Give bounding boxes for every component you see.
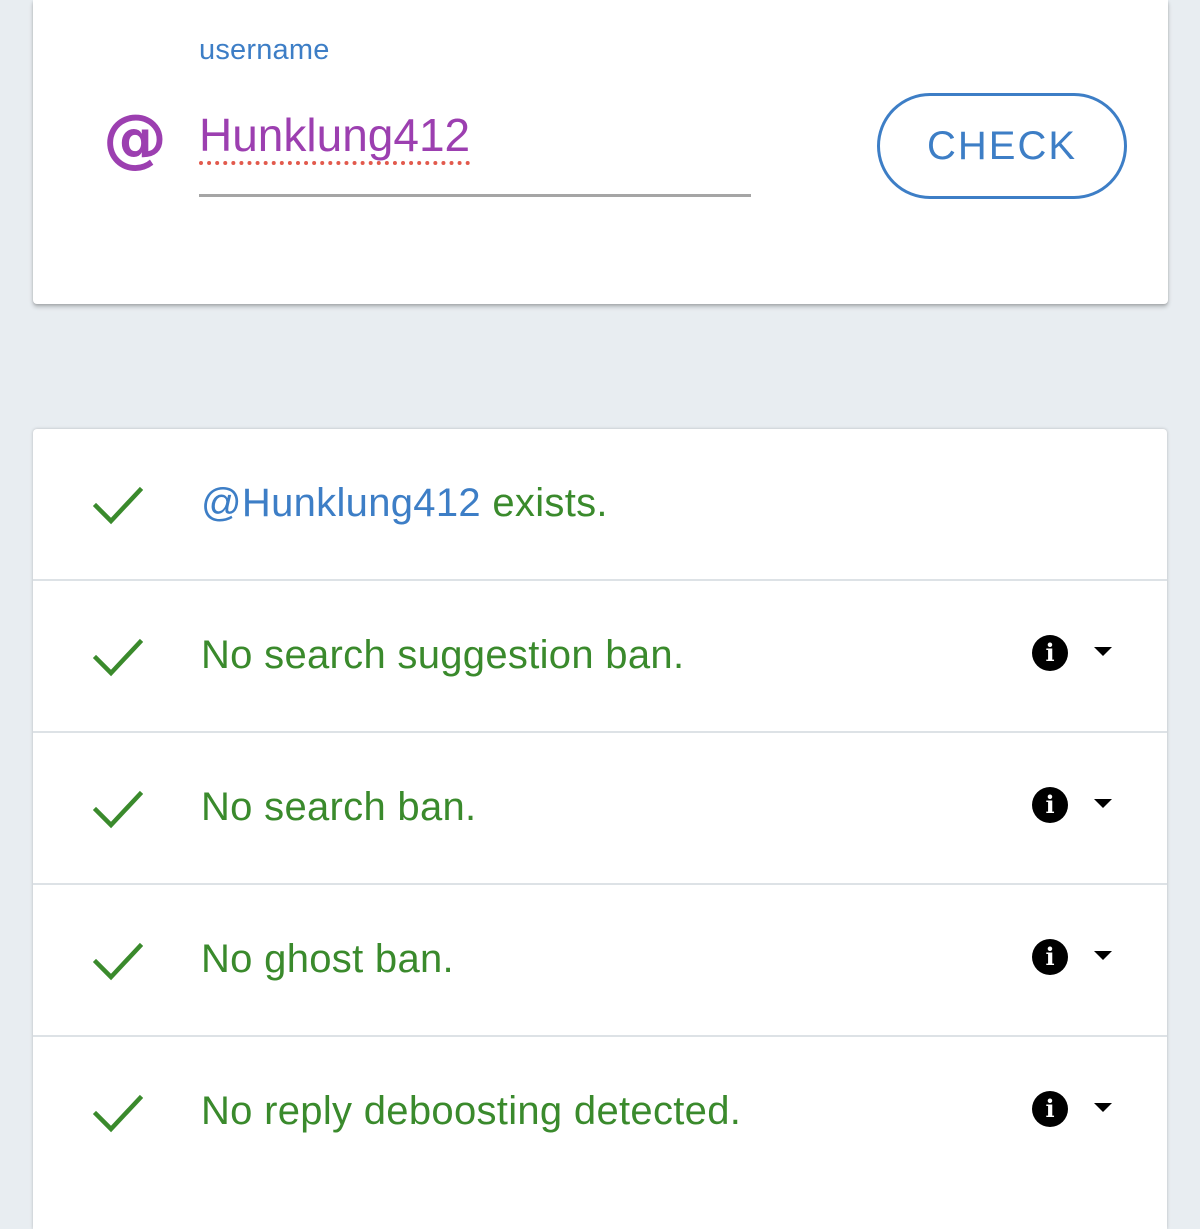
- username-input-value[interactable]: Hunklung412: [199, 105, 470, 165]
- check-icon: [93, 638, 143, 677]
- result-row-search-suggestion-ban: No search suggestion ban. i: [33, 581, 1167, 733]
- result-text-search-suggestion-ban: No search suggestion ban.: [201, 633, 685, 677]
- result-text-reply-deboosting: No reply deboosting detected.: [201, 1089, 742, 1133]
- result-text-search-ban: No search ban.: [201, 785, 477, 829]
- result-row-ghost-ban: No ghost ban. i: [33, 885, 1167, 1037]
- result-row-exists: @Hunklung412 exists.: [33, 429, 1167, 581]
- username-field[interactable]: Hunklung412: [199, 105, 751, 197]
- info-icon[interactable]: i: [1032, 939, 1068, 975]
- check-icon: [93, 1094, 143, 1133]
- result-row-search-ban: No search ban. i: [33, 733, 1167, 885]
- result-text-exists: @Hunklung412 exists.: [201, 481, 608, 525]
- chevron-down-icon[interactable]: [1094, 951, 1112, 960]
- check-icon: [93, 942, 143, 981]
- chevron-down-icon[interactable]: [1094, 647, 1112, 656]
- check-icon: [93, 790, 143, 829]
- chevron-down-icon[interactable]: [1094, 1103, 1112, 1112]
- result-row-reply-deboosting: No reply deboosting detected. i: [33, 1037, 1167, 1189]
- check-button[interactable]: CHECK: [877, 93, 1127, 199]
- username-card: username @ Hunklung412 CHECK: [33, 0, 1168, 304]
- result-text-ghost-ban: No ghost ban.: [201, 937, 454, 981]
- chevron-down-icon[interactable]: [1094, 799, 1112, 808]
- info-icon[interactable]: i: [1032, 1091, 1068, 1127]
- at-sign-icon: @: [103, 102, 167, 176]
- info-icon[interactable]: i: [1032, 635, 1068, 671]
- username-mention: @Hunklung412: [201, 481, 481, 525]
- check-icon: [93, 486, 143, 525]
- username-label: username: [199, 34, 330, 66]
- results-card: @Hunklung412 exists. No search suggestio…: [33, 429, 1167, 1229]
- info-icon[interactable]: i: [1032, 787, 1068, 823]
